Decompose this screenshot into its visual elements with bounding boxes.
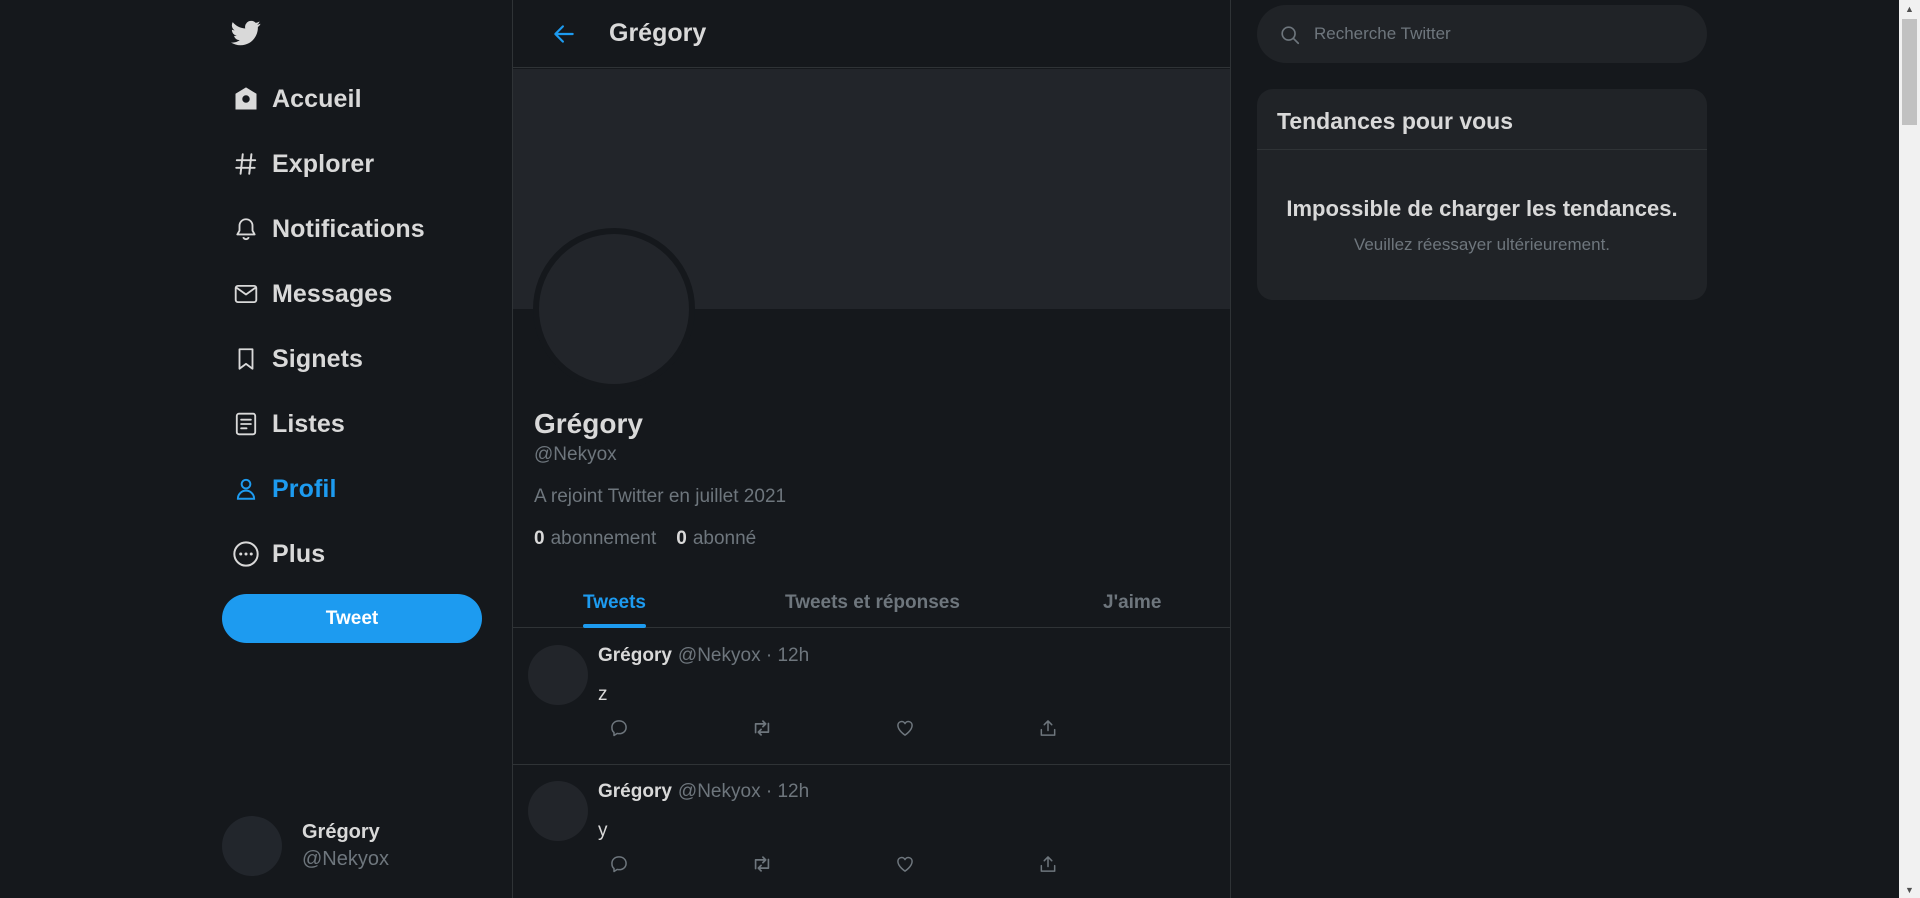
tweet-meta: @Nekyox · 12h [677,645,810,666]
mail-icon [231,279,261,309]
tweet-header: Grégory @Nekyox · 12h [598,781,809,803]
bell-icon [231,214,261,244]
sidebar-item-label: Notifications [272,214,425,243]
sidebar: Accueil Explorer Notifications Messages … [0,0,512,898]
home-icon [231,84,261,114]
share-icon[interactable] [1037,717,1059,739]
trends-panel: Tendances pour vous Impossible de charge… [1257,89,1707,300]
tweet[interactable]: Grégory @Nekyox · 12h y [513,765,1230,898]
tab-tweets[interactable]: Tweets [583,578,647,628]
avatar [222,816,282,876]
like-icon[interactable] [894,853,916,875]
followers-link[interactable]: 0 abonné [676,528,756,550]
follow-stats: 0 abonnement 0 abonné [534,528,756,550]
tweet[interactable]: Grégory @Nekyox · 12h z [513,629,1230,765]
sidebar-item-label: Explorer [272,149,375,178]
sidebar-item-listes[interactable]: Listes [231,404,345,444]
avatar[interactable] [528,781,588,841]
sidebar-item-label: Profil [272,474,337,503]
profile-tabs: Tweets Tweets et réponses J'aime [513,578,1230,628]
followers-count: 0 [676,528,687,549]
sidebar-item-label: Accueil [272,84,362,113]
followers-label: abonné [692,528,757,549]
following-link[interactable]: 0 abonnement [534,528,656,550]
sidebar-item-label: Messages [272,279,393,308]
sidebar-item-messages[interactable]: Messages [231,274,392,314]
profile-avatar[interactable] [533,228,695,390]
joined-date: A rejoint Twitter en juillet 2021 [534,486,787,507]
sidebar-item-profil[interactable]: Profil [231,469,337,509]
retweet-icon[interactable] [751,717,773,739]
scrollbar-thumb[interactable] [1902,19,1917,125]
tweet-meta: @Nekyox · 12h [677,781,810,802]
tweet-header: Grégory @Nekyox · 12h [598,645,809,667]
user-icon [231,474,261,504]
reply-icon[interactable] [608,717,630,739]
hashtag-icon [231,149,261,179]
page-title: Grégory [609,19,707,47]
retweet-icon[interactable] [751,853,773,875]
trends-retry-message: Veuillez réessayer ultérieurement. [1353,235,1611,254]
divider [1257,149,1707,150]
bookmark-icon [231,344,261,374]
sidebar-item-explorer[interactable]: Explorer [231,144,374,184]
trends-title: Tendances pour vous [1277,108,1514,134]
like-icon[interactable] [894,717,916,739]
account-name: Grégory [302,821,380,843]
search-icon [1279,24,1301,46]
sidebar-item-notifications[interactable]: Notifications [231,209,425,249]
tweet-text: y [598,820,608,841]
scroll-up-arrow-icon[interactable]: ▲ [1899,0,1920,17]
page-scrollbar[interactable]: ▲ ▼ [1899,0,1920,898]
profile-column: Grégory Grégory @Nekyox A rejoint Twitte… [512,0,1231,898]
share-icon[interactable] [1037,853,1059,875]
tweet-button[interactable]: Tweet [222,594,482,643]
tab-tweets-et-reponses[interactable]: Tweets et réponses [785,578,960,628]
profile-header: Grégory [513,0,1230,68]
account-switcher[interactable]: Grégory @Nekyox [222,816,482,876]
search-box[interactable] [1257,5,1707,63]
scroll-down-arrow-icon[interactable]: ▼ [1899,881,1920,898]
account-handle: @Nekyox [302,848,389,870]
list-icon [231,409,261,439]
tweet-author-name[interactable]: Grégory [598,781,672,803]
trends-error-message: Impossible de charger les tendances. [1286,196,1678,221]
back-arrow-icon[interactable] [549,19,579,49]
profile-name: Grégory [534,408,643,439]
following-label: abonnement [550,528,657,549]
tweet-text: z [598,684,608,705]
tweet-author-name[interactable]: Grégory [598,645,672,667]
more-icon [231,539,261,569]
sidebar-item-label: Listes [272,409,345,438]
avatar[interactable] [528,645,588,705]
following-count: 0 [534,528,545,549]
profile-handle: @Nekyox [534,444,617,465]
sidebar-item-label: Plus [272,539,326,568]
sidebar-item-label: Signets [272,344,363,373]
search-input[interactable] [1312,19,1682,49]
twitter-bird-icon[interactable] [231,18,261,48]
tab-jaime[interactable]: J'aime [1103,578,1161,628]
sidebar-item-accueil[interactable]: Accueil [231,79,362,119]
reply-icon[interactable] [608,853,630,875]
sidebar-item-plus[interactable]: Plus [231,534,325,574]
sidebar-item-signets[interactable]: Signets [231,339,363,379]
